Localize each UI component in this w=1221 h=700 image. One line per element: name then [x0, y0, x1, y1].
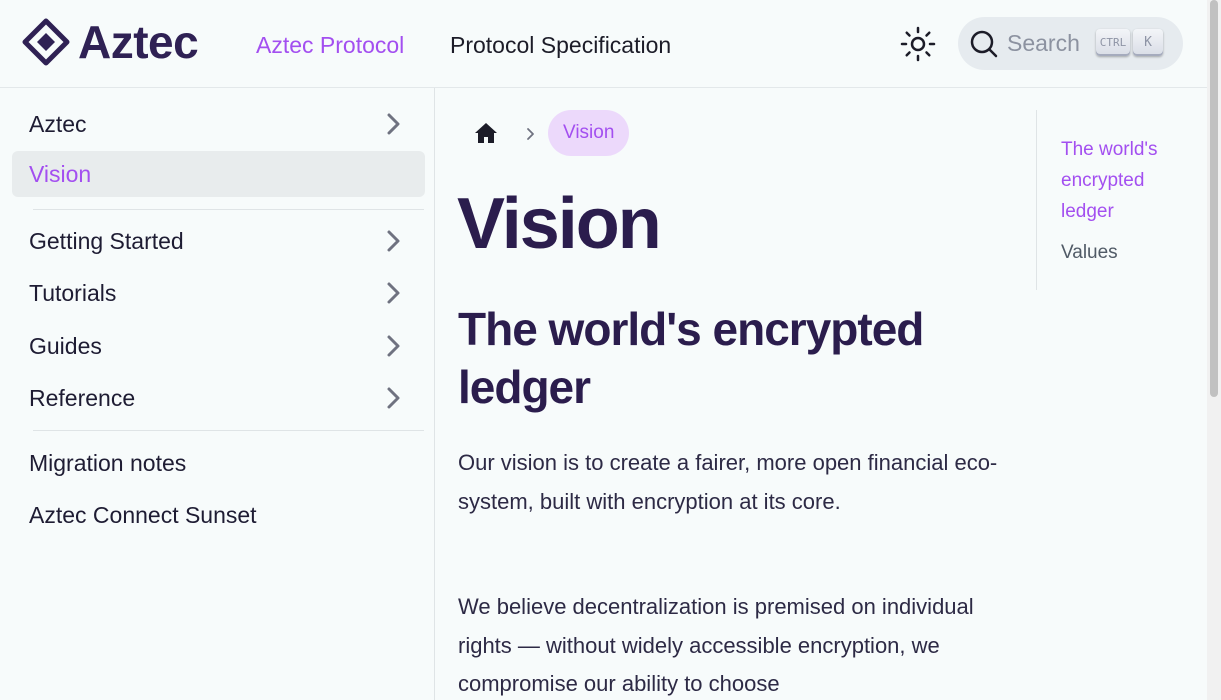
- sidebar-item-aztec-connect-sunset[interactable]: Aztec Connect Sunset: [12, 492, 425, 538]
- chevron-right-icon[interactable]: [381, 386, 405, 410]
- sidebar-item-label: Aztec: [29, 110, 87, 137]
- paragraph: Our vision is to create a fairer, more o…: [458, 450, 998, 514]
- chevron-right-icon[interactable]: [381, 229, 405, 253]
- nav-link-aztec-protocol[interactable]: Aztec Protocol: [256, 30, 404, 60]
- brand-home-link[interactable]: Aztec: [22, 16, 199, 68]
- page-scrollbar[interactable]: [1207, 0, 1221, 700]
- toc-link-values[interactable]: Values: [1061, 237, 1118, 268]
- paragraph: We believe decentralization is premised …: [458, 594, 974, 696]
- sidebar-item-guides[interactable]: Guides: [12, 323, 425, 369]
- toc-link-encrypted-ledger[interactable]: The world's encrypted ledger: [1061, 134, 1181, 227]
- sidebar-item-label: Guides: [29, 332, 102, 359]
- nav-link-protocol-specification[interactable]: Protocol Specification: [450, 30, 671, 60]
- sidebar-divider: [33, 430, 424, 431]
- aztec-logo-icon: [22, 18, 70, 66]
- top-navbar: Aztec Aztec Protocol Protocol Specificat…: [0, 0, 1207, 88]
- sidebar-item-label: Migration notes: [29, 449, 187, 476]
- sidebar-divider: [33, 209, 424, 210]
- page-title: Vision: [457, 184, 662, 264]
- sun-icon: [900, 26, 936, 62]
- sidebar-item-getting-started[interactable]: Getting Started: [12, 218, 425, 264]
- section-heading: The world's encrypted ledger: [458, 303, 924, 413]
- sidebar-item-label: Reference: [29, 384, 136, 411]
- search-icon: [970, 30, 998, 58]
- sidebar: Aztec Vision Getting Started Tutorials G…: [0, 88, 435, 700]
- theme-toggle-button[interactable]: [898, 24, 938, 64]
- ctrl-key-hint: CTRL: [1096, 29, 1130, 56]
- brand-name: Aztec: [78, 16, 199, 68]
- sidebar-item-reference[interactable]: Reference: [12, 375, 425, 421]
- sidebar-item-aztec[interactable]: Aztec: [12, 101, 425, 147]
- search-button[interactable]: Search CTRL K: [958, 17, 1183, 70]
- scrollbar-thumb[interactable]: [1210, 0, 1218, 397]
- search-placeholder: Search: [1007, 30, 1080, 56]
- home-icon[interactable]: [472, 119, 500, 147]
- sidebar-item-migration-notes[interactable]: Migration notes: [12, 440, 425, 486]
- breadcrumb-separator-icon: [527, 128, 534, 140]
- sidebar-item-label: Aztec Connect Sunset: [29, 501, 257, 528]
- chevron-right-icon[interactable]: [381, 281, 405, 305]
- sidebar-item-label: Tutorials: [29, 279, 117, 306]
- chevron-right-icon[interactable]: [381, 334, 405, 358]
- k-key-hint: K: [1133, 29, 1163, 56]
- chevron-right-icon[interactable]: [381, 112, 405, 136]
- sidebar-item-label: Vision: [29, 160, 92, 187]
- breadcrumb-current: Vision: [548, 110, 630, 156]
- table-of-contents: The world's encrypted ledger Values: [1036, 110, 1186, 290]
- sidebar-item-label: Getting Started: [29, 227, 184, 254]
- sidebar-item-vision[interactable]: Vision: [12, 151, 425, 197]
- sidebar-item-tutorials[interactable]: Tutorials: [12, 270, 425, 316]
